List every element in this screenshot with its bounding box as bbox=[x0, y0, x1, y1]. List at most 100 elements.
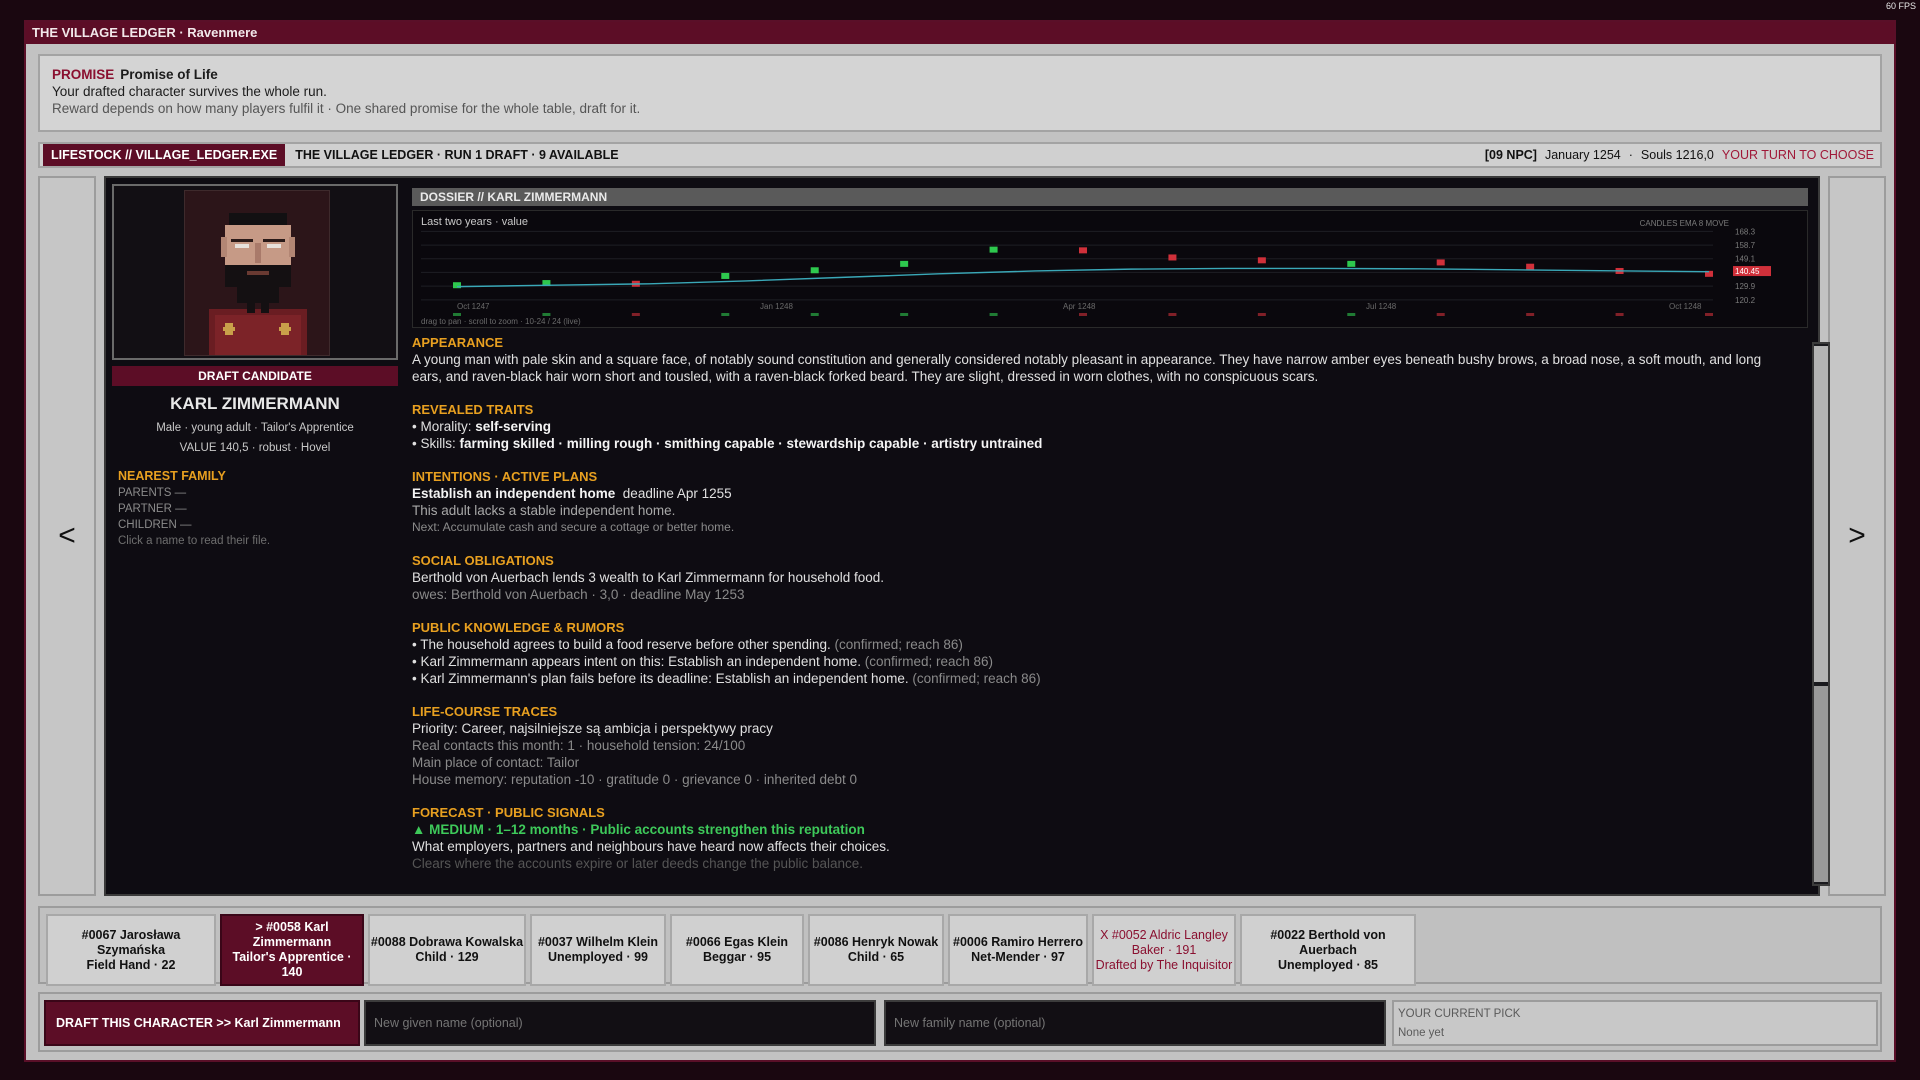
traits-section: REVEALED TRAITS • Morality: self-serving… bbox=[412, 401, 1772, 452]
current-date: January 1254 bbox=[1544, 148, 1621, 162]
card-name: > #0058 Karl Zimmermann bbox=[252, 920, 332, 949]
skills-value: farming skilled · milling rough · smithi… bbox=[459, 436, 1043, 451]
dossier-panel: DRAFT CANDIDATE KARL ZIMMERMANN Male · y… bbox=[104, 176, 1830, 896]
forecast-text: What employers, partners and neighbours … bbox=[412, 839, 890, 854]
candidate-list: #0067 Jarosława Szymańska Field Hand · 22… bbox=[38, 906, 1882, 986]
separator-dot: · bbox=[1628, 148, 1633, 162]
intentions-section: INTENTIONS · ACTIVE PLANS Establish an i… bbox=[412, 468, 1772, 536]
candidate-value: VALUE 140,5 · robust · Hovel bbox=[179, 442, 331, 454]
dossier-content: APPEARANCE A young man with pale skin an… bbox=[412, 334, 1772, 890]
candidate-card-drafted: X #0052 Aldric Langley Baker · 191 Drafted… bbox=[1092, 914, 1236, 986]
prev-candidate-button[interactable]: < bbox=[38, 176, 96, 896]
portrait-frame bbox=[112, 184, 398, 360]
rumors-section: PUBLIC KNOWLEDGE & RUMORS • The househol… bbox=[412, 619, 1772, 687]
obligations-heading: SOCIAL OBLIGATIONS bbox=[412, 553, 554, 568]
lifecourse-heading: LIFE-COURSE TRACES bbox=[412, 704, 558, 719]
card-name: X #0052 Aldric Langley bbox=[1100, 927, 1228, 942]
candidate-card[interactable]: #0066 Egas Klein Beggar · 95 bbox=[670, 914, 804, 986]
card-role: Field Hand · 22 bbox=[86, 957, 176, 972]
candidate-card[interactable]: #0022 Berthold von Auerbach Unemployed · … bbox=[1240, 914, 1416, 986]
scrollbar-track-lower[interactable] bbox=[1814, 686, 1828, 882]
promise-title: Promise of Life bbox=[120, 67, 218, 82]
plan-reason: This adult lacks a stable independent ho… bbox=[412, 503, 676, 518]
chart-volume-bar bbox=[453, 313, 461, 316]
candidate-card-selected[interactable]: > #0058 Karl Zimmermann Tailor's Apprenti… bbox=[220, 914, 364, 986]
chart-label: Last two years · value bbox=[421, 216, 528, 228]
rumor-text: • The household agrees to build a food r… bbox=[412, 637, 831, 652]
candidate-card[interactable]: #0086 Henryk Nowak Child · 65 bbox=[808, 914, 944, 986]
chart-x-tick: Apr 1248 bbox=[1063, 302, 1096, 311]
card-role: Child · 129 bbox=[415, 950, 479, 964]
exe-label: LIFESTOCK // VILLAGE_LEDGER.EXE bbox=[43, 144, 286, 166]
card-role: Unemployed · 99 bbox=[547, 950, 649, 964]
scrollbar-thumb[interactable] bbox=[1814, 346, 1828, 682]
forecast-cut: Clears where the accounts expire or late… bbox=[412, 856, 864, 871]
card-name: #0086 Henryk Nowak bbox=[813, 935, 939, 949]
rumor-item: • The household agrees to build a food r… bbox=[412, 636, 1772, 653]
chart-y-tick: 168.3 bbox=[1735, 227, 1756, 236]
chart-volume-bar bbox=[810, 313, 819, 316]
candidate-card[interactable]: #0067 Jarosława Szymańska Field Hand · 22 bbox=[46, 914, 216, 986]
card-role: Net-Mender · 97 bbox=[971, 950, 1065, 964]
chart-y-tick: 149.1 bbox=[1735, 255, 1756, 264]
draft-character-button[interactable]: DRAFT THIS CHARACTER >> Karl Zimmermann bbox=[44, 1000, 360, 1046]
card-name: #0037 Wilhelm Klein bbox=[537, 935, 659, 949]
forecast-section: FORECAST · PUBLIC SIGNALS ▲ MEDIUM · 1–1… bbox=[412, 804, 1772, 872]
chart-current-value: 140.45 bbox=[1735, 267, 1760, 276]
lifecourse-contacts: Real contacts this month: 1 · household … bbox=[412, 738, 746, 753]
card-role: Beggar · 95 bbox=[702, 950, 772, 964]
chart-y-tick: 129.9 bbox=[1735, 282, 1756, 291]
family-hint: Click a name to read their file. bbox=[118, 535, 271, 547]
dossier-scrollbar[interactable] bbox=[1812, 342, 1830, 886]
draft-bar: DRAFT THIS CHARACTER >> Karl Zimmermann … bbox=[38, 992, 1882, 1052]
chart-candle bbox=[453, 282, 461, 289]
morality-value: self-serving bbox=[475, 419, 552, 434]
chart-candle bbox=[810, 267, 819, 274]
promise-note: Reward depends on how many players fulfi… bbox=[52, 101, 641, 116]
card-name: #0022 Berthold von Auerbach bbox=[1270, 927, 1386, 957]
card-drafted-by: Drafted by The Inquisitor bbox=[1095, 957, 1233, 972]
candidate-card[interactable]: #0088 Dobrawa Kowalska Child · 129 bbox=[368, 914, 526, 986]
plan-next: Next: Accumulate cash and secure a cotta… bbox=[412, 520, 735, 534]
chart-x-tick: Oct 1248 bbox=[1669, 302, 1702, 311]
skills-label: • Skills: bbox=[412, 436, 460, 451]
chart-candle bbox=[1079, 247, 1087, 254]
given-name-input[interactable] bbox=[364, 1000, 876, 1046]
window-title: THE VILLAGE LEDGER · Ravenmere bbox=[26, 22, 1894, 44]
chart-canvas[interactable]: 168.3158.7149.1139.5129.9120.2140.45Oct … bbox=[413, 211, 1809, 329]
current-pick-value: None yet bbox=[1398, 1027, 1445, 1039]
chart-y-tick: 158.7 bbox=[1735, 241, 1756, 250]
chart-candle bbox=[900, 260, 909, 267]
value-chart[interactable]: 168.3158.7149.1139.5129.9120.2140.45Oct … bbox=[412, 210, 1808, 328]
npc-count: [09 NPC] bbox=[1484, 148, 1537, 162]
chart-volume-bar bbox=[989, 313, 998, 316]
character-portrait bbox=[184, 190, 330, 356]
promise-panel: PROMISE Promise of Life Your drafted char… bbox=[38, 54, 1882, 132]
family-name-input[interactable] bbox=[884, 1000, 1386, 1046]
chart-series-line bbox=[456, 267, 1710, 288]
chart-y-tick: 120.2 bbox=[1735, 296, 1756, 305]
candidate-card[interactable]: #0037 Wilhelm Klein Unemployed · 99 bbox=[530, 914, 666, 986]
lifecourse-priority: Priority: Career, najsilniejsze są ambic… bbox=[412, 721, 773, 736]
family-partner: PARTNER — bbox=[118, 503, 187, 515]
rumors-heading: PUBLIC KNOWLEDGE & RUMORS bbox=[412, 620, 625, 635]
candidate-subtitle: Male · young adult · Tailor's Apprentice bbox=[156, 422, 354, 434]
card-role: Unemployed · 85 bbox=[1277, 957, 1379, 972]
appearance-section: APPEARANCE A young man with pale skin an… bbox=[412, 334, 1772, 385]
next-candidate-button[interactable]: > bbox=[1828, 176, 1886, 896]
candidate-card[interactable]: #0006 Ramiro Herrero Net-Mender · 97 bbox=[948, 914, 1088, 986]
run-info: THE VILLAGE LEDGER · RUN 1 DRAFT · 9 AVA… bbox=[295, 148, 619, 162]
fps-counter: 60 FPS bbox=[1885, 1, 1916, 11]
chart-footer: drag to pan · scroll to zoom · 10-24 / 2… bbox=[421, 317, 581, 326]
chart-candle bbox=[1436, 259, 1445, 266]
rumor-note: (confirmed; reach 86) bbox=[834, 637, 963, 652]
card-name: #0067 Jarosława Szymańska bbox=[81, 927, 181, 957]
family-children: CHILDREN — bbox=[118, 519, 192, 531]
rumor-item: • Karl Zimmermann's plan fails before it… bbox=[412, 670, 1772, 687]
obligation-text: Berthold von Auerbach lends 3 wealth to … bbox=[412, 570, 885, 585]
rumor-text: • Karl Zimmermann appears intent on this… bbox=[412, 654, 861, 669]
chart-volume-bar bbox=[1705, 313, 1713, 316]
card-name: #0088 Dobrawa Kowalska bbox=[370, 935, 524, 949]
chart-modes[interactable]: CANDLES EMA 8 MOVE bbox=[1640, 219, 1729, 228]
family-parents: PARENTS — bbox=[118, 487, 187, 499]
